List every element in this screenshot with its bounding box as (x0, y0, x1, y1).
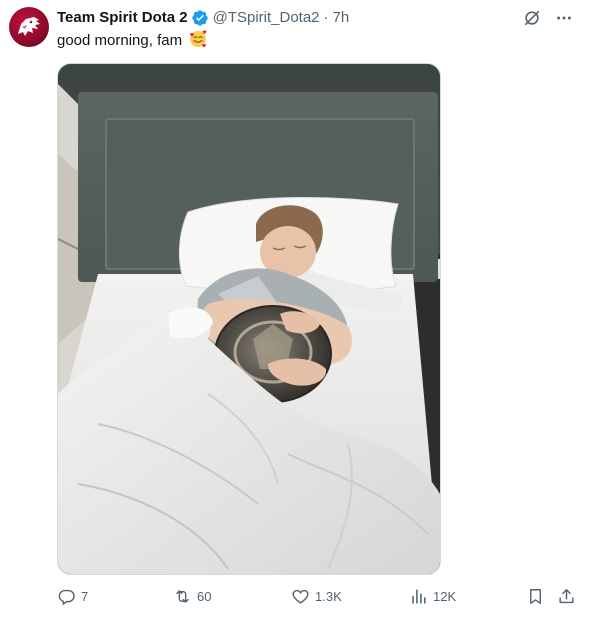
tweet-text: good morning, fam (57, 30, 207, 51)
display-name[interactable]: Team Spirit Dota 2 (57, 8, 188, 28)
reply-count: 7 (81, 588, 89, 604)
tweet-photo[interactable] (57, 63, 441, 575)
tweet[interactable]: Team Spirit Dota 2 @TSpirit_Dota2 · 7h g… (0, 0, 589, 619)
reply-button[interactable]: 7 (57, 584, 88, 608)
more-options-icon[interactable] (554, 8, 574, 28)
repost-count: 60 (197, 588, 212, 604)
bookmark-icon (530, 588, 541, 604)
avatar[interactable] (9, 7, 49, 47)
smiling-face-with-hearts-icon (190, 30, 207, 48)
user-handle[interactable]: @TSpirit_Dota2 (213, 8, 320, 28)
like-button[interactable]: 1.3K (291, 584, 342, 608)
views-chart-icon (412, 588, 426, 604)
separator-dot: · (323, 9, 329, 26)
heart-icon (292, 589, 309, 604)
repost-button[interactable]: 60 (173, 584, 211, 608)
tweet-text-content: good morning, fam (57, 32, 183, 49)
share-button[interactable] (557, 584, 576, 608)
reply-icon (58, 589, 75, 605)
share-upload-icon (559, 588, 574, 603)
bookmark-button[interactable] (526, 584, 545, 608)
tweet-header: Team Spirit Dota 2 @TSpirit_Dota2 · 7h (57, 8, 349, 28)
like-count: 1.3K (315, 588, 342, 604)
timestamp[interactable]: 7h (333, 8, 350, 28)
verified-badge-icon[interactable] (191, 9, 209, 27)
header-actions (522, 8, 574, 28)
grok-icon[interactable] (522, 8, 542, 28)
photo-person-sleeping-with-trophy (58, 64, 440, 574)
views-count: 12K (433, 588, 457, 604)
views-button[interactable]: 12K (409, 584, 456, 608)
tweet-actions: 7 60 1.3K 12K (57, 584, 577, 608)
team-spirit-logo-icon (18, 17, 40, 36)
repost-icon (176, 589, 189, 603)
